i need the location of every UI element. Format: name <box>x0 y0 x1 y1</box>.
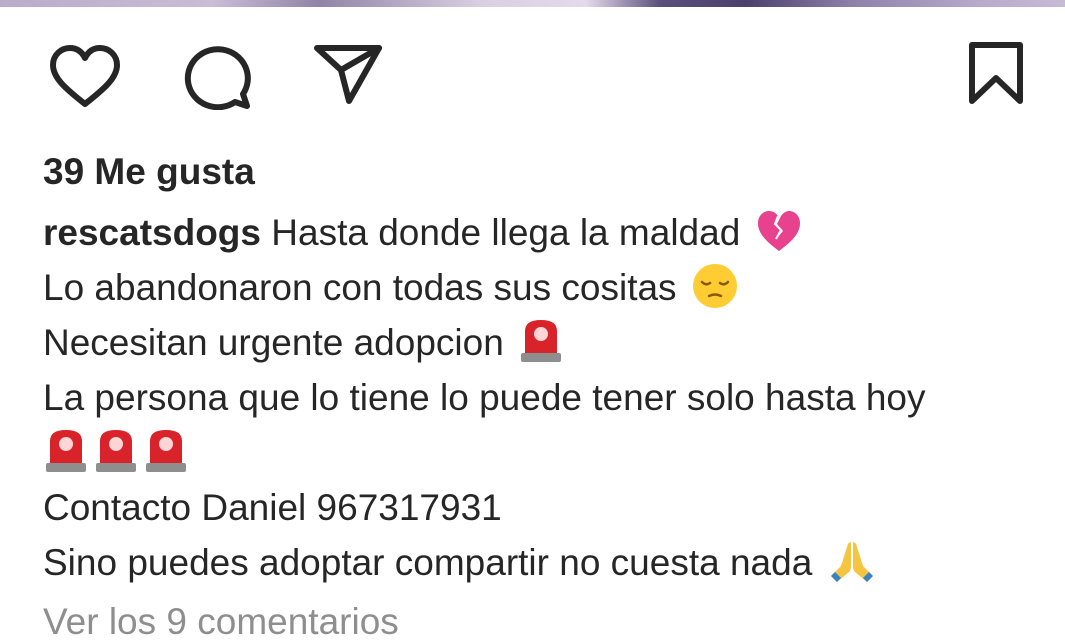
save-button[interactable] <box>967 41 1025 105</box>
police-light-emoji <box>143 427 189 475</box>
post-caption: rescatsdogs Hasta donde llega la maldad … <box>43 205 1053 590</box>
username-link[interactable]: rescatsdogs <box>43 212 261 253</box>
broken-heart-emoji <box>755 209 803 253</box>
caption-text: Sino puedes adoptar compartir no cuesta … <box>43 542 813 583</box>
caption-text: Necesitan urgente adopcion <box>43 322 504 363</box>
heart-icon <box>50 45 120 107</box>
caption-text: Contacto Daniel 967317931 <box>43 487 502 528</box>
caption-text: La persona que lo tiene lo puede tener s… <box>43 377 926 418</box>
post-image-bottom-edge[interactable] <box>0 0 1065 7</box>
police-light-emoji <box>518 317 564 365</box>
bookmark-icon <box>969 42 1023 104</box>
comment-bubble-icon <box>184 46 251 110</box>
caption-line: La persona que lo tiene lo puede tener s… <box>43 370 1053 425</box>
police-light-emoji <box>43 427 89 475</box>
paper-plane-icon <box>314 45 382 104</box>
caption-line: Lo abandonaron con todas sus cositas <box>43 260 1053 315</box>
police-light-emoji <box>93 427 139 475</box>
share-button[interactable] <box>313 43 383 105</box>
folded-hands-emoji <box>827 538 877 584</box>
comment-button[interactable] <box>181 42 253 110</box>
caption-text: Hasta donde llega la maldad <box>271 212 741 253</box>
caption-line: rescatsdogs Hasta donde llega la maldad <box>43 205 1053 260</box>
caption-line <box>43 425 1053 480</box>
like-button[interactable] <box>48 44 122 110</box>
likes-count[interactable]: 39 Me gusta <box>43 150 255 194</box>
caption-text: Lo abandonaron con todas sus cositas <box>43 267 677 308</box>
caption-line: Necesitan urgente adopcion <box>43 315 1053 370</box>
caption-line: Contacto Daniel 967317931 <box>43 480 1053 535</box>
caption-line: Sino puedes adoptar compartir no cuesta … <box>43 535 1053 590</box>
view-comments-link[interactable]: Ver los 9 comentarios <box>43 600 399 644</box>
pensive-face-emoji <box>691 262 739 310</box>
